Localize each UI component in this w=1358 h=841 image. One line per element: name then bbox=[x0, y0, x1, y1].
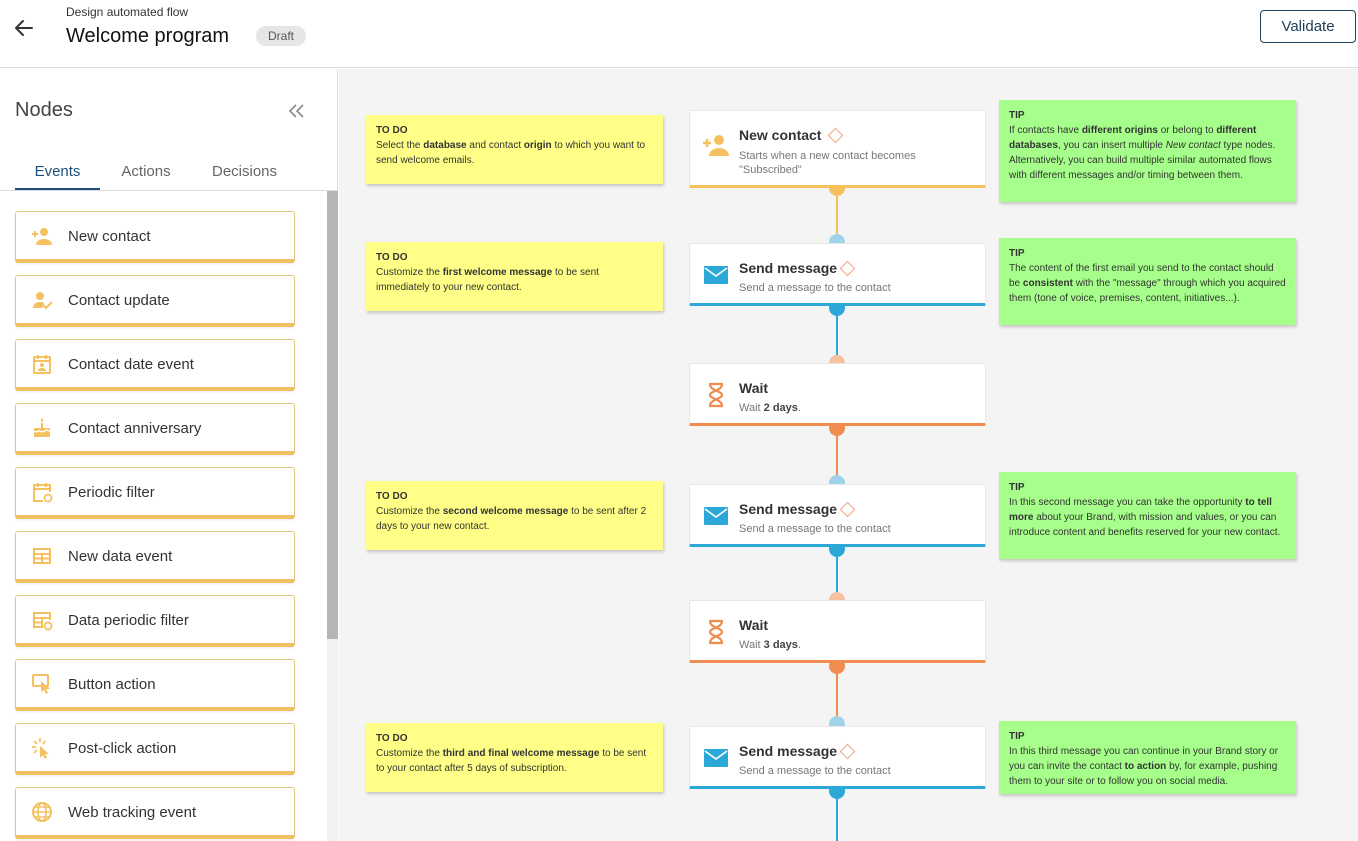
event-item-label: Contact update bbox=[68, 292, 170, 309]
note-body: In this third message you can continue i… bbox=[1009, 746, 1279, 787]
flow-node-send-message-3[interactable]: Send message Send a message to the conta… bbox=[689, 726, 986, 789]
event-item-contact-date-event[interactable]: Contact date event bbox=[15, 339, 295, 391]
envelope-icon bbox=[702, 744, 730, 772]
node-description: Send a message to the contact bbox=[739, 282, 891, 294]
flow-node-wait-2[interactable]: Wait Wait 3 days. bbox=[689, 600, 986, 663]
node-description: Wait 2 days. bbox=[739, 402, 801, 414]
tip-note[interactable]: TIP The content of the first email you s… bbox=[999, 238, 1296, 325]
tip-note[interactable]: TIP In this second message you can take … bbox=[999, 472, 1296, 559]
back-arrow-icon[interactable] bbox=[12, 16, 36, 40]
note-heading: TO DO bbox=[376, 491, 408, 502]
node-title: Wait bbox=[739, 380, 769, 396]
hourglass-icon bbox=[702, 618, 730, 646]
globe-icon bbox=[31, 801, 53, 823]
event-item-label: Web tracking event bbox=[68, 804, 197, 821]
envelope-icon bbox=[702, 502, 730, 530]
event-item-label: Contact anniversary bbox=[68, 420, 202, 437]
event-item-new-contact[interactable]: New contact bbox=[15, 211, 295, 263]
flow-node-wait-1[interactable]: Wait Wait 2 days. bbox=[689, 363, 986, 426]
calendar-repeat-icon bbox=[31, 481, 53, 503]
todo-note[interactable]: TO DO Customize the first welcome messag… bbox=[366, 242, 663, 311]
note-heading: TIP bbox=[1009, 110, 1025, 121]
person-add-icon bbox=[31, 225, 53, 247]
node-description: Starts when a new contact becomes "Subsc… bbox=[739, 150, 916, 176]
note-heading: TO DO bbox=[376, 252, 408, 263]
note-heading: TIP bbox=[1009, 731, 1025, 742]
event-item-post-click-action[interactable]: Post-click action bbox=[15, 723, 295, 775]
hourglass-icon bbox=[702, 381, 730, 409]
click-icon bbox=[31, 737, 53, 759]
sidebar-scrollbar[interactable] bbox=[327, 191, 338, 841]
envelope-icon bbox=[702, 261, 730, 289]
flow-node-send-message-1[interactable]: Send message Send a message to the conta… bbox=[689, 243, 986, 306]
event-item-web-tracking-event[interactable]: Web tracking event bbox=[15, 787, 295, 839]
note-body: Customize the third and final welcome me… bbox=[376, 748, 647, 774]
event-item-button-action[interactable]: Button action bbox=[15, 659, 295, 711]
table-icon bbox=[31, 545, 53, 567]
note-body: Customize the second welcome message to … bbox=[376, 506, 647, 532]
person-check-icon bbox=[31, 289, 53, 311]
event-item-label: New data event bbox=[68, 548, 173, 565]
note-heading: TO DO bbox=[376, 125, 408, 136]
todo-note[interactable]: TO DO Customize the third and final welc… bbox=[366, 723, 663, 792]
note-body: Select the database and contact origin t… bbox=[376, 140, 646, 166]
tab-decisions[interactable]: Decisions bbox=[197, 154, 292, 190]
event-item-periodic-filter[interactable]: Periodic filter bbox=[15, 467, 295, 519]
event-item-data-periodic-filter[interactable]: Data periodic filter bbox=[15, 595, 295, 647]
node-title: Send message bbox=[739, 743, 838, 759]
node-title: Send message bbox=[739, 501, 838, 517]
nodes-sidebar: Nodes Events Actions Decisions New conta… bbox=[0, 69, 338, 841]
page-subtitle: Design automated flow bbox=[66, 5, 189, 19]
event-item-label: Data periodic filter bbox=[68, 612, 189, 629]
node-description: Send a message to the contact bbox=[739, 523, 891, 535]
warning-icon bbox=[839, 260, 856, 277]
page-title: Welcome program bbox=[66, 25, 230, 47]
event-item-label: Post-click action bbox=[68, 740, 177, 757]
note-heading: TO DO bbox=[376, 733, 408, 744]
collapse-sidebar-icon[interactable] bbox=[286, 101, 308, 121]
flow-node-send-message-2[interactable]: Send message Send a message to the conta… bbox=[689, 484, 986, 547]
tab-actions[interactable]: Actions bbox=[105, 154, 187, 190]
touch-icon bbox=[31, 673, 53, 695]
calendar-contact-icon bbox=[31, 353, 53, 375]
sidebar-scroll-thumb[interactable] bbox=[327, 191, 338, 639]
note-body: Customize the first welcome message to b… bbox=[376, 267, 599, 293]
todo-note[interactable]: TO DO Select the database and contact or… bbox=[366, 115, 663, 184]
cake-icon bbox=[31, 417, 53, 439]
event-item-contact-anniversary[interactable]: Contact anniversary bbox=[15, 403, 295, 455]
status-badge: Draft bbox=[256, 26, 307, 46]
node-title: New contact bbox=[739, 127, 822, 143]
event-item-label: Periodic filter bbox=[68, 484, 155, 501]
table-repeat-icon bbox=[31, 609, 53, 631]
event-item-contact-update[interactable]: Contact update bbox=[15, 275, 295, 327]
note-heading: TIP bbox=[1009, 482, 1025, 493]
tab-events[interactable]: Events bbox=[15, 154, 100, 190]
event-item-label: Contact date event bbox=[68, 356, 194, 373]
warning-icon bbox=[827, 127, 844, 144]
person-add-icon bbox=[702, 131, 730, 159]
validate-button[interactable]: Validate bbox=[1260, 10, 1356, 43]
event-item-label: Button action bbox=[68, 676, 156, 693]
event-item-label: New contact bbox=[68, 228, 151, 245]
tip-note[interactable]: TIP If contacts have different origins o… bbox=[999, 100, 1296, 202]
tip-note[interactable]: TIP In this third message you can contin… bbox=[999, 721, 1296, 794]
flow-node-new-contact[interactable]: New contact Starts when a new contact be… bbox=[689, 110, 986, 188]
todo-note[interactable]: TO DO Customize the second welcome messa… bbox=[366, 481, 663, 550]
node-title: Send message bbox=[739, 260, 838, 276]
top-header: Design automated flow Welcome program Dr… bbox=[0, 0, 1358, 68]
note-body: In this second message you can take the … bbox=[1009, 497, 1281, 538]
node-title: Wait bbox=[739, 617, 769, 633]
note-body: The content of the first email you send … bbox=[1009, 263, 1286, 304]
event-item-new-data-event[interactable]: New data event bbox=[15, 531, 295, 583]
note-body: If contacts have different origins or be… bbox=[1009, 125, 1276, 181]
warning-icon bbox=[839, 501, 856, 518]
warning-icon bbox=[839, 743, 856, 760]
node-tabs: Events Actions Decisions bbox=[0, 154, 338, 191]
node-description: Send a message to the contact bbox=[739, 765, 891, 777]
note-heading: TIP bbox=[1009, 248, 1025, 259]
node-description: Wait 3 days. bbox=[739, 639, 801, 651]
sidebar-title: Nodes bbox=[15, 99, 73, 121]
flow-canvas[interactable]: New contact Starts when a new contact be… bbox=[339, 69, 1358, 841]
